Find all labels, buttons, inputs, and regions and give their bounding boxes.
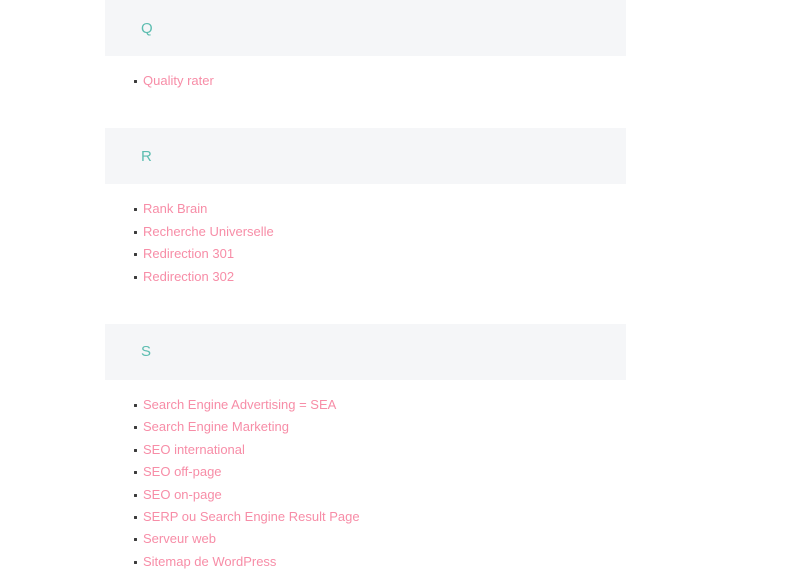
bullet-icon — [134, 80, 137, 83]
term-list-s: Search Engine Advertising = SEA Search E… — [105, 394, 626, 573]
bullet-icon — [134, 275, 137, 279]
term-link[interactable]: Redirection 302 — [143, 266, 234, 288]
term-link[interactable]: Quality rater — [143, 70, 214, 92]
term-link[interactable]: Search Engine Advertising = SEA — [143, 394, 336, 416]
term-link[interactable]: Search Engine Marketing — [143, 416, 289, 438]
section-letter-q: Q — [141, 19, 153, 37]
section-letter-r: R — [141, 147, 153, 165]
section-letter-s: S — [141, 343, 152, 361]
bullet-icon — [134, 230, 137, 234]
list-item: SEO on-page — [105, 484, 626, 506]
term-link[interactable]: Rank Brain — [143, 198, 207, 220]
section-header-s: S — [105, 323, 626, 380]
bullet-icon — [134, 448, 137, 452]
term-link[interactable]: Recherche Universelle — [143, 221, 274, 243]
glossary-section-s: S Search Engine Advertising = SEA Search… — [0, 323, 800, 573]
list-item: SERP ou Search Engine Result Page — [105, 506, 626, 528]
term-list-r: Rank Brain Recherche Universelle Redirec… — [105, 198, 626, 288]
term-link[interactable]: Serveur web — [143, 528, 216, 550]
list-item: SEO off-page — [105, 461, 626, 483]
list-item: SEO international — [105, 439, 626, 461]
list-item: Sitemap de WordPress — [105, 551, 626, 573]
list-item: Search Engine Advertising = SEA — [105, 394, 626, 416]
term-link[interactable]: SEO international — [143, 439, 245, 461]
glossary-section-r: R Rank Brain Recherche Universelle Redir… — [0, 128, 800, 288]
list-item: Redirection 301 — [105, 243, 626, 265]
glossary-section-q: Q Quality rater — [0, 0, 800, 92]
term-link[interactable]: SEO on-page — [143, 484, 222, 506]
list-item: Recherche Universelle — [105, 221, 626, 243]
section-header-r: R — [105, 128, 626, 185]
term-link[interactable]: Sitemap de WordPress — [143, 551, 276, 573]
term-link[interactable]: SEO off-page — [143, 461, 222, 483]
list-item: Quality rater — [105, 70, 626, 92]
section-header-q: Q — [105, 0, 626, 56]
glossary-index: Q Quality rater R Rank Brain Recherche U… — [0, 0, 800, 569]
bullet-icon — [134, 403, 137, 407]
list-item: Redirection 302 — [105, 266, 626, 288]
bullet-icon — [134, 208, 137, 212]
list-item: Search Engine Marketing — [105, 416, 626, 438]
bullet-icon — [134, 560, 137, 564]
bullet-icon — [134, 426, 137, 430]
term-link[interactable]: Redirection 301 — [143, 243, 234, 265]
term-list-q: Quality rater — [105, 70, 626, 92]
term-link[interactable]: SERP ou Search Engine Result Page — [143, 506, 360, 528]
bullet-icon — [134, 538, 137, 542]
bullet-icon — [134, 253, 137, 257]
list-item: Rank Brain — [105, 198, 626, 220]
list-item: Serveur web — [105, 528, 626, 550]
bullet-icon — [134, 471, 137, 475]
bullet-icon — [134, 515, 137, 519]
bullet-icon — [134, 493, 137, 497]
